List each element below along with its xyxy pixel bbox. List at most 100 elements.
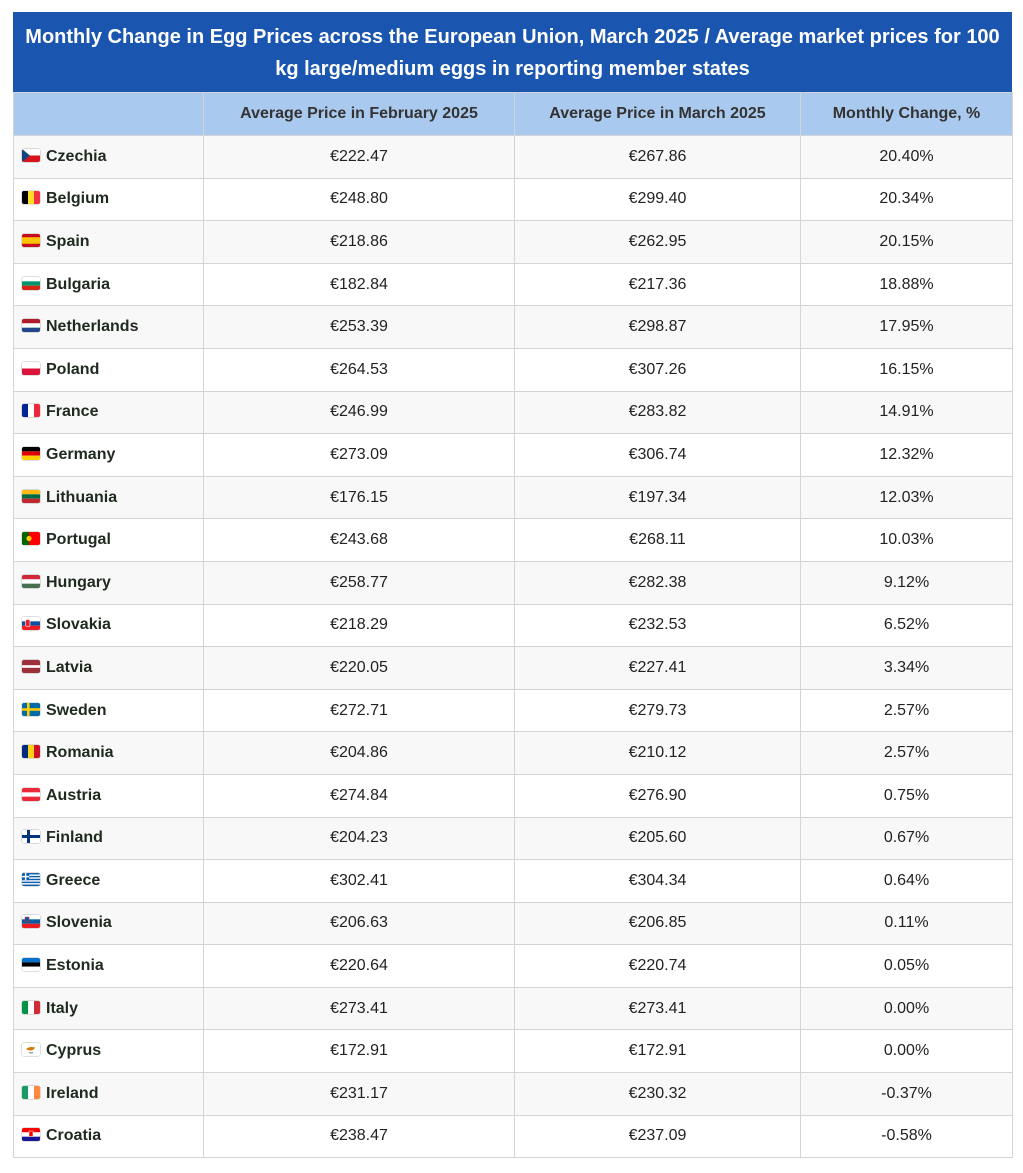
country-name: Belgium [46,190,110,208]
mar-price-cell: €267.86 [514,135,801,179]
mar-price-cell: €206.85 [514,901,801,946]
finland-flag-icon [22,830,40,844]
feb-price-cell: €220.05 [203,646,515,690]
country-name: Portugal [46,531,111,549]
lithuania-flag-icon [22,489,40,503]
monthly-change-cell: 12.03% [800,475,1013,520]
mar-price-cell: €276.90 [514,773,801,818]
feb-price-cell: €246.99 [203,390,515,435]
header-monthly-change: Monthly Change, % [800,92,1013,136]
feb-price-cell: €248.80 [203,177,515,222]
country-name: Slovakia [46,616,111,634]
country-name: Latvia [46,658,93,676]
country-cell: Romania [13,731,204,775]
feb-price-cell: €231.17 [203,1072,515,1116]
mar-price-cell: €307.26 [514,347,801,392]
bulgaria-flag-icon [22,276,40,290]
country-cell: Finland [13,816,204,861]
ireland-flag-icon [22,1085,40,1099]
table-row: Latvia €220.05 €227.41 3.34% [13,646,1013,690]
table-row: Croatia €238.47 €237.09 -0.58% [13,1114,1013,1159]
table-body: Czechia €222.47 €267.86 20.40% Belgium €248.8… [13,135,1013,1159]
table-row: Sweden €272.71 €279.73 2.57% [13,688,1013,733]
table-row: Belgium €248.80 €299.40 20.34% [13,177,1013,222]
country-name: France [46,403,99,421]
mar-price-cell: €227.41 [514,646,801,690]
mar-price-cell: €210.12 [514,731,801,775]
feb-price-cell: €238.47 [203,1114,515,1159]
table-row: Slovenia €206.63 €206.85 0.11% [13,901,1013,946]
table-row: Bulgaria €182.84 €217.36 18.88% [13,262,1013,307]
country-cell: Greece [13,859,204,903]
feb-price-cell: €273.09 [203,433,515,477]
feb-price-cell: €182.84 [203,262,515,307]
italy-flag-icon [22,1000,40,1014]
country-cell: Bulgaria [13,262,204,307]
country-name: Czechia [46,147,107,165]
monthly-change-cell: -0.37% [800,1072,1013,1116]
mar-price-cell: €172.91 [514,1029,801,1074]
poland-flag-icon [22,361,40,375]
country-cell: Portugal [13,518,204,562]
egg-price-table: Average Price in February 2025 Average P… [13,92,1013,1159]
spain-flag-icon [22,233,40,247]
table-row: Austria €274.84 €276.90 0.75% [13,773,1013,818]
feb-price-cell: €272.71 [203,688,515,733]
mar-price-cell: €237.09 [514,1114,801,1159]
country-cell: Germany [13,433,204,477]
country-name: Estonia [46,957,104,975]
mar-price-cell: €262.95 [514,220,801,264]
mar-price-cell: €306.74 [514,433,801,477]
feb-price-cell: €204.23 [203,816,515,861]
country-name: Lithuania [46,488,118,506]
feb-price-cell: €258.77 [203,560,515,605]
table-title: Monthly Change in Egg Prices across the … [13,12,1012,92]
table-row: Estonia €220.64 €220.74 0.05% [13,944,1013,988]
country-cell: Spain [13,220,204,264]
country-cell: Netherlands [13,305,204,349]
monthly-change-cell: -0.58% [800,1114,1013,1159]
country-name: Ireland [46,1084,99,1102]
feb-price-cell: €222.47 [203,135,515,179]
france-flag-icon [22,404,40,418]
country-cell: Austria [13,773,204,818]
monthly-change-cell: 6.52% [800,603,1013,648]
monthly-change-cell: 20.15% [800,220,1013,264]
country-cell: Czechia [13,135,204,179]
slovenia-flag-icon [22,915,40,929]
monthly-change-cell: 20.34% [800,177,1013,222]
mar-price-cell: €197.34 [514,475,801,520]
croatia-flag-icon [22,1128,40,1142]
country-cell: Cyprus [13,1029,204,1074]
monthly-change-cell: 17.95% [800,305,1013,349]
country-cell: Belgium [13,177,204,222]
mar-price-cell: €217.36 [514,262,801,307]
table-row: Italy €273.41 €273.41 0.00% [13,986,1013,1031]
country-name: Poland [46,360,100,378]
monthly-change-cell: 16.15% [800,347,1013,392]
table-row: Germany €273.09 €306.74 12.32% [13,433,1013,477]
table-row: Spain €218.86 €262.95 20.15% [13,220,1013,264]
feb-price-cell: €218.29 [203,603,515,648]
mar-price-cell: €298.87 [514,305,801,349]
table-row: Cyprus €172.91 €172.91 0.00% [13,1029,1013,1074]
country-name: Slovenia [46,914,112,932]
mar-price-cell: €205.60 [514,816,801,861]
country-cell: Slovakia [13,603,204,648]
country-cell: Sweden [13,688,204,733]
mar-price-cell: €299.40 [514,177,801,222]
header-feb-price: Average Price in February 2025 [203,92,515,136]
feb-price-cell: €204.86 [203,731,515,775]
country-cell: Italy [13,986,204,1031]
country-name: Bulgaria [46,275,111,293]
portugal-flag-icon [22,532,40,546]
table-row: Lithuania €176.15 €197.34 12.03% [13,475,1013,520]
mar-price-cell: €304.34 [514,859,801,903]
country-cell: Latvia [13,646,204,690]
country-name: Germany [46,445,116,463]
cyprus-flag-icon [22,1043,40,1057]
monthly-change-cell: 3.34% [800,646,1013,690]
feb-price-cell: €206.63 [203,901,515,946]
mar-price-cell: €282.38 [514,560,801,605]
country-cell: Lithuania [13,475,204,520]
